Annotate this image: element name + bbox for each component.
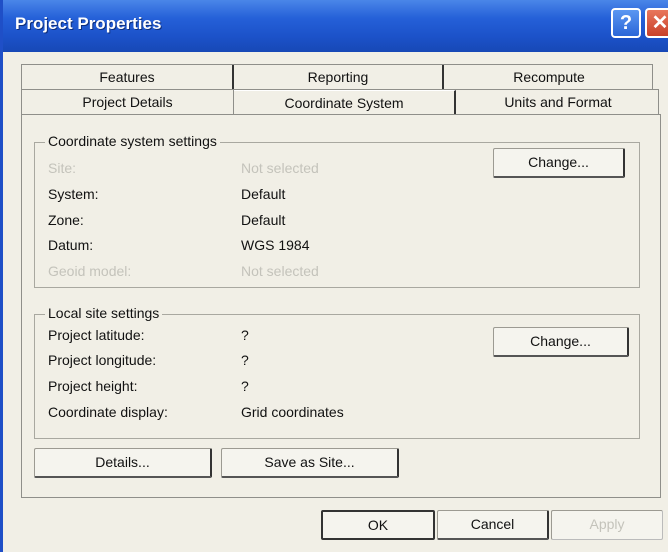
zone-label: Zone: [48,212,84,228]
title-bar[interactable]: Project Properties ? ✕ [3,0,668,52]
coordinate-change-button[interactable]: Change... [493,148,625,178]
project-height-label: Project height: [48,378,138,394]
tab-reporting[interactable]: Reporting [234,65,444,90]
tab-panel-coordinate-system: Coordinate system settings Site: Not sel… [21,114,661,498]
system-label: System: [48,186,99,202]
coordinate-display-label: Coordinate display: [48,404,168,420]
project-longitude-label: Project longitude: [48,352,157,368]
geoid-model-label: Geoid model: [48,263,132,279]
close-button[interactable]: ✕ [645,8,668,38]
tab-recompute[interactable]: Recompute [444,65,654,90]
tab-units-and-format[interactable]: Units and Format [456,90,660,115]
project-latitude-value: ? [241,327,249,343]
datum-value: WGS 1984 [241,237,310,253]
tab-features[interactable]: Features [22,65,234,90]
local-site-change-button[interactable]: Change... [493,327,629,357]
local-site-title: Local site settings [45,305,163,321]
save-as-site-button[interactable]: Save as Site... [221,448,399,478]
site-label: Site: [48,160,77,176]
cancel-button[interactable]: Cancel [437,510,549,540]
project-properties-dialog: Project Properties ? ✕ Features Reportin… [0,0,668,552]
tab-row-back: Features Reporting Recompute [21,64,654,90]
help-button[interactable]: ? [611,8,641,38]
coordinate-settings-group: Coordinate system settings Site: Not sel… [34,133,640,288]
tab-project-details[interactable]: Project Details [22,90,234,115]
system-value: Default [241,186,286,202]
coordinate-settings-title: Coordinate system settings [45,133,220,149]
project-latitude-label: Project latitude: [48,327,145,343]
help-icon: ? [619,12,633,34]
coordinate-display-value: Grid coordinates [241,404,344,420]
datum-label: Datum: [48,237,94,253]
site-value: Not selected [241,160,319,176]
tab-coordinate-system[interactable]: Coordinate System [234,90,456,115]
details-button[interactable]: Details... [34,448,212,478]
zone-value: Default [241,212,286,228]
local-site-settings-group: Local site settings Project latitude: ? … [34,305,640,439]
tab-row-front: Project Details Coordinate System Units … [21,89,660,115]
window-title: Project Properties [15,14,162,33]
project-longitude-value: ? [241,352,249,368]
project-height-value: ? [241,378,249,394]
apply-button[interactable]: Apply [551,510,663,540]
geoid-model-value: Not selected [241,263,319,279]
ok-button[interactable]: OK [321,510,435,540]
close-icon: ✕ [651,12,668,34]
